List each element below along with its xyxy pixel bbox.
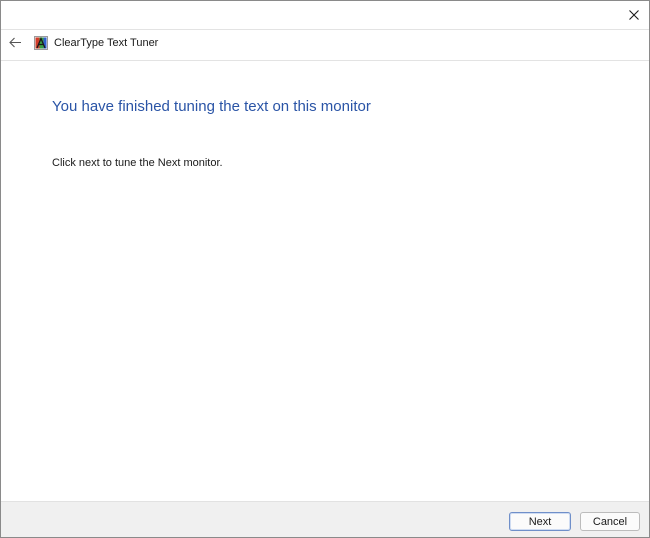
back-button[interactable]: [5, 34, 25, 54]
close-button[interactable]: [619, 1, 649, 29]
cancel-button[interactable]: Cancel: [580, 512, 640, 531]
app-title: ClearType Text Tuner: [54, 37, 159, 49]
navigation-bar: ClearType Text Tuner: [1, 29, 649, 61]
cleartype-app-icon: [34, 36, 48, 50]
cleartype-window: ClearType Text Tuner You have finished t…: [0, 0, 650, 538]
title-bar: [1, 1, 649, 29]
next-button[interactable]: Next: [509, 512, 571, 531]
footer-bar: Next Cancel: [1, 501, 649, 537]
close-icon: [629, 10, 639, 20]
instruction-text: Click next to tune the Next monitor.: [52, 157, 223, 169]
page-heading: You have finished tuning the text on thi…: [52, 98, 371, 115]
back-arrow-icon: [8, 35, 22, 53]
